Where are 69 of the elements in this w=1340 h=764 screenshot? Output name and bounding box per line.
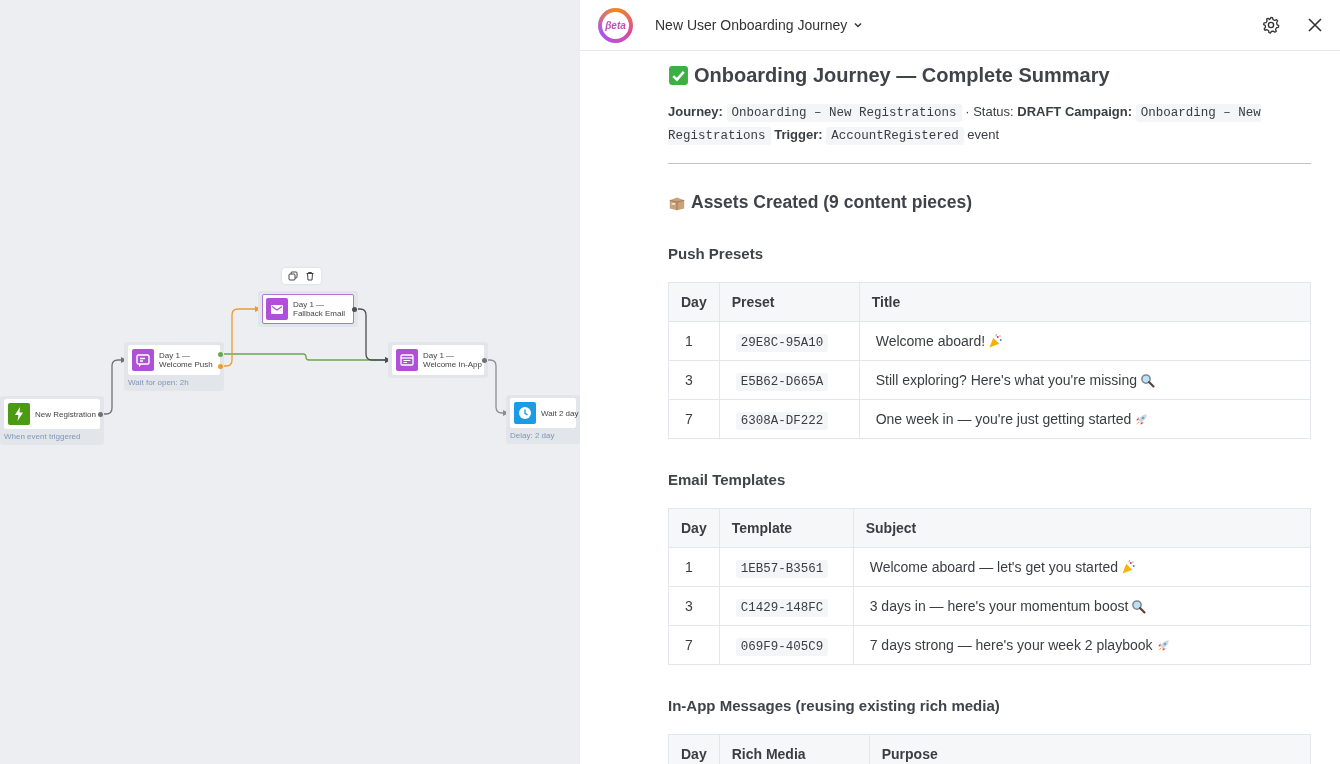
cell-text: 7 days strong — here's your week 2 playbook: [869, 636, 1153, 653]
chat-icon: [132, 349, 154, 371]
column-header: Subject: [853, 508, 1311, 548]
check-mark-icon: [668, 65, 689, 86]
column-header: Day: [668, 734, 720, 764]
journey-title-dropdown[interactable]: New User Onboarding Journey: [655, 13, 864, 37]
port-dot[interactable]: [481, 357, 487, 363]
rocket-icon: [1155, 638, 1171, 654]
table-cell: 3: [668, 586, 720, 626]
journey-details-text: Journey: Onboarding – New Registrations · Status: DRAFT Campaign: Onboarding – New Registrations Trigger: AccountRegistered event: [668, 103, 1262, 147]
node-title: Day 1 — Welcome In-App: [423, 351, 482, 369]
magnifier-icon: [1140, 373, 1156, 389]
id-code: 1EB57-B3561: [735, 559, 829, 578]
column-header: Day: [668, 508, 720, 548]
subsection-heading: Email Templates: [668, 471, 787, 488]
table-cell: 1: [668, 547, 720, 587]
table-cell: 3: [668, 360, 720, 400]
table-cell: 1: [668, 321, 720, 361]
settings-icon[interactable]: [1262, 16, 1280, 34]
column-header: Preset: [719, 282, 860, 322]
column-header: Template: [719, 508, 854, 548]
id-code: C1429-148FC: [735, 598, 829, 617]
node-subtitle: Delay: 2 day: [510, 431, 556, 440]
node-title: Day 1 — Fallback Email: [293, 300, 345, 318]
node-title: Day 1 — Welcome Push: [159, 351, 213, 369]
flow-node[interactable]: New Registration: [4, 399, 100, 429]
cell-text: Still exploring? Here's what you're missing: [875, 371, 1138, 388]
chevron-down-icon: [853, 20, 864, 30]
flow-node[interactable]: Day 1 — Welcome Push: [128, 345, 220, 375]
subsection-heading: In-App Messages (reusing existing rich media): [668, 697, 1001, 714]
flow-node[interactable]: Day 1 — Welcome In-App: [392, 345, 484, 375]
node-title: New Registration: [35, 409, 96, 419]
trash-icon[interactable]: [305, 271, 315, 281]
node-subtitle: When event triggered: [4, 432, 82, 441]
port-dot[interactable]: [217, 351, 223, 357]
port-dot[interactable]: [97, 411, 103, 417]
logo-text: βeta: [602, 11, 629, 39]
clock-icon: [514, 402, 536, 424]
column-header: Title: [859, 282, 1311, 322]
section-heading: Assets Created (9 content pieces): [691, 192, 973, 213]
party-popper-icon: [1121, 560, 1136, 576]
flow-node[interactable]: Day 1 — Fallback Email: [262, 294, 354, 324]
node-title: Wait 2 day: [541, 408, 579, 418]
id-code: 29E8C-95A10: [735, 333, 829, 352]
cell-text: 3 days in — here's your momentum boost: [869, 597, 1129, 614]
close-icon[interactable]: [1306, 16, 1324, 34]
cell-text: Welcome aboard — let's get you started: [869, 558, 1118, 575]
summary-heading: Onboarding Journey — Complete Summary: [694, 64, 1110, 87]
port-dot[interactable]: [217, 363, 223, 369]
window-icon: [396, 349, 418, 371]
envelope-icon: [266, 298, 288, 320]
port-dot[interactable]: [351, 306, 357, 312]
node-subtitle: Wait for open: 2h: [128, 378, 190, 387]
column-header: Purpose: [869, 734, 1311, 764]
lightning-icon: [8, 403, 30, 425]
party-popper-icon: [988, 334, 1004, 350]
copy-icon[interactable]: [288, 271, 298, 281]
table-cell: 7: [668, 399, 720, 439]
rocket-icon: [1134, 412, 1150, 428]
id-code: 6308A-DF222: [735, 411, 829, 430]
table-cell: 7: [668, 625, 720, 665]
id-code: 069F9-405C9: [735, 637, 829, 656]
subsection-heading: Push Presets: [668, 245, 765, 262]
column-header: Day: [668, 282, 720, 322]
column-header: Rich Media: [719, 734, 870, 764]
magnifier-icon: [1131, 599, 1147, 615]
id-code: E5B62-D665A: [735, 372, 829, 391]
cell-text: Welcome aboard!: [875, 332, 986, 349]
cell-text: One week in — you're just getting started: [875, 410, 1132, 427]
